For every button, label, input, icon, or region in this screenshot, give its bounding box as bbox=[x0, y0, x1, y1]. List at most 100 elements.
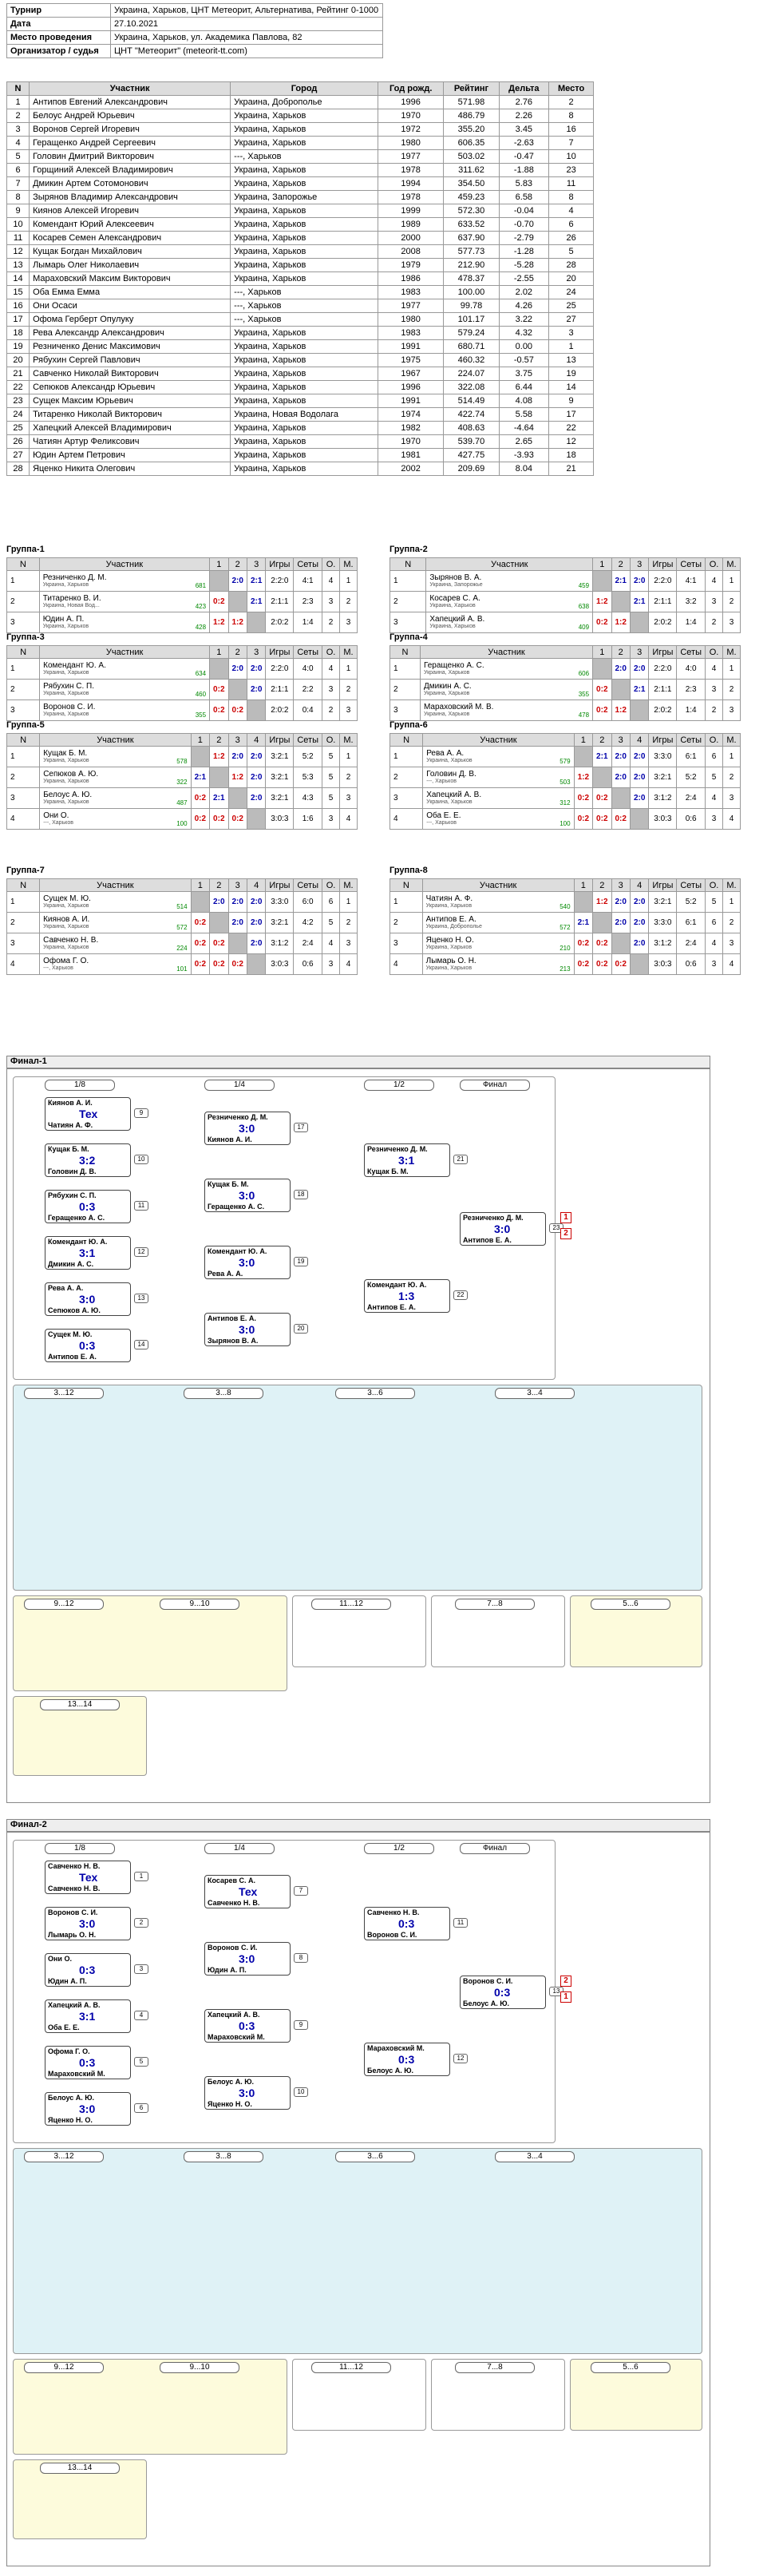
consolation-round-label: 5...6 bbox=[591, 2362, 670, 2373]
group-player: Резниченко Д. М. 681 Украина, Харьков bbox=[38, 570, 211, 592]
player-name: Сепюков А. Ю. bbox=[43, 769, 99, 779]
group-header: 3 bbox=[246, 645, 267, 659]
group-pts: 5 bbox=[322, 746, 340, 767]
group-row: 1 Сущек М. Ю. 514 Украина, Харьков 2:0 2:0 2:0… bbox=[6, 891, 358, 913]
group-score-cell bbox=[573, 746, 594, 767]
group-place: 1 bbox=[722, 570, 741, 592]
group-player: Рева А. А. 579 Украина, Харьков bbox=[422, 746, 575, 767]
match-player-a: Рябухин С. П. bbox=[48, 1191, 97, 1199]
group-pts: 2 bbox=[705, 612, 723, 633]
player-rating: 100 bbox=[560, 819, 571, 827]
group-place: 2 bbox=[722, 591, 741, 612]
table-row: 1 Антипов Евгений Александрович Украина, Д… bbox=[6, 95, 594, 109]
table-cell: Оба Емма Емма bbox=[29, 285, 231, 299]
group-player: Киянов А. И. 572 Украина, Харьков bbox=[39, 912, 192, 933]
match-box: Воронов С. И. 3:0 Юдин А. П. bbox=[204, 1942, 291, 1976]
group-score-cell: 1:2 bbox=[227, 767, 247, 788]
table-row: 24 Титаренко Николай Викторович Украина, Н… bbox=[6, 407, 594, 422]
match-box: Кущак Б. М. 3:2 Головин Д. В. bbox=[45, 1143, 131, 1177]
match-box: Киянов А. И. Тех Чатиян А. Ф. bbox=[45, 1097, 131, 1131]
group-pts: 3 bbox=[322, 953, 340, 975]
group-score-cell: 2:0 bbox=[611, 746, 631, 767]
table-cell: 17 bbox=[548, 407, 594, 422]
consolation-round-label: 3...4 bbox=[495, 1388, 575, 1399]
table-cell: 1986 bbox=[377, 271, 445, 286]
table-cell: Рябухин Сергей Павлович bbox=[29, 353, 231, 367]
group-row-number: 3 bbox=[390, 699, 421, 721]
group-row: 2 Рябухин С. П. 460 Украина, Харьков 0:2 2:0 2… bbox=[6, 679, 358, 700]
table-cell: 459.23 bbox=[443, 190, 500, 204]
players-header: Дельта bbox=[498, 81, 550, 96]
group-header: 3 bbox=[611, 733, 631, 747]
group-score-cell: 2:1 bbox=[246, 591, 267, 612]
player-name: Комендант Ю. А. bbox=[43, 660, 106, 670]
group-pts: 3 bbox=[705, 808, 723, 830]
match-box: Хапецкий А. В. 3:1 Оба Е. Е. bbox=[45, 1999, 131, 2033]
group-row-number: 4 bbox=[389, 808, 424, 830]
group-pts: 4 bbox=[322, 570, 340, 592]
match-score: 3:0 bbox=[239, 1122, 255, 1135]
group-header: Участник bbox=[425, 557, 594, 571]
group-row-number: 3 bbox=[6, 933, 41, 954]
table-cell: 24 bbox=[548, 285, 594, 299]
group-row-number: 1 bbox=[6, 891, 41, 913]
group-games: 3:3:0 bbox=[265, 891, 295, 913]
table-cell: 1991 bbox=[377, 339, 445, 354]
group-header: Игры bbox=[265, 557, 295, 571]
group-header: Сеты bbox=[676, 645, 706, 659]
group-header-row: N Участник 1 2 3 4 Игры Сеты О. М. bbox=[6, 733, 358, 747]
group-header: N bbox=[389, 733, 424, 747]
group-score-cell bbox=[573, 891, 594, 913]
match-player-b: Воронов С. И. bbox=[367, 1931, 417, 1939]
table-cell: Украина, Доброполье bbox=[230, 95, 378, 109]
group-pts: 3 bbox=[705, 591, 723, 612]
table-cell: 8 bbox=[548, 190, 594, 204]
table-cell: 408.63 bbox=[443, 421, 500, 435]
match-number: 11 bbox=[134, 1201, 148, 1211]
group-title: Группа-7 bbox=[6, 866, 45, 875]
table-cell: 6 bbox=[548, 217, 594, 232]
group-header: Игры bbox=[648, 733, 678, 747]
group-header: Участник bbox=[422, 733, 575, 747]
player-rating: 312 bbox=[560, 799, 571, 806]
group-score-cell: 2:1 bbox=[629, 591, 650, 612]
table-cell: Чатиян Артур Феликсович bbox=[29, 434, 231, 449]
match-player-a: Воронов С. И. bbox=[208, 1944, 258, 1952]
consolation-round-label: 13...14 bbox=[40, 1699, 120, 1710]
table-cell: 16 bbox=[6, 299, 30, 313]
table-cell: 478.37 bbox=[443, 271, 500, 286]
match-player-b: Киянов А. И. bbox=[208, 1135, 252, 1143]
players-header: Участник bbox=[29, 81, 231, 96]
table-cell: -2.63 bbox=[498, 136, 550, 150]
match-score: 3:0 bbox=[239, 1952, 255, 1965]
table-cell: 100.00 bbox=[443, 285, 500, 299]
group-player: Мараховский М. В. 478 Украина, Харьков bbox=[419, 699, 594, 721]
table-cell: 13 bbox=[548, 353, 594, 367]
group-games: 3:2:1 bbox=[265, 787, 295, 809]
group-header: Сеты bbox=[676, 878, 706, 892]
group-games: 2:1:1 bbox=[648, 679, 678, 700]
group-player: Они О. 100 ---, Харьков bbox=[39, 808, 192, 830]
table-cell: 1996 bbox=[377, 380, 445, 394]
player-rating: 355 bbox=[578, 690, 590, 698]
group-score-cell: 0:2 bbox=[190, 808, 211, 830]
table-cell: 27 bbox=[6, 448, 30, 462]
table-cell: 2.76 bbox=[498, 95, 550, 109]
info-row: Организатор / судья ЦНТ "Метеорит" (meteo… bbox=[6, 44, 383, 58]
match-player-a: Киянов А. И. bbox=[48, 1099, 93, 1107]
match-score: 3:0 bbox=[79, 1293, 96, 1306]
table-cell: 20 bbox=[6, 353, 30, 367]
group-score-cell: 2:1 bbox=[246, 570, 267, 592]
group-sets: 0:6 bbox=[676, 808, 706, 830]
table-cell: Украина, Харьков bbox=[230, 217, 378, 232]
group-games: 3:2:1 bbox=[265, 767, 295, 788]
table-cell: Украина, Харьков bbox=[230, 394, 378, 408]
group-score-cell bbox=[209, 767, 229, 788]
match-box: Они О. 0:3 Юдин А. П. bbox=[45, 1953, 131, 1987]
group-header: Участник bbox=[39, 878, 192, 892]
match-player-a: Хапецкий А. В. bbox=[208, 2011, 260, 2019]
group-place: 2 bbox=[339, 679, 358, 700]
match-player-a: Антипов Е. А. bbox=[208, 1314, 256, 1322]
match-box: Воронов С. И. 3:0 Лымарь О. Н. bbox=[45, 1907, 131, 1940]
player-name: Хапецкий А. В. bbox=[429, 614, 485, 624]
